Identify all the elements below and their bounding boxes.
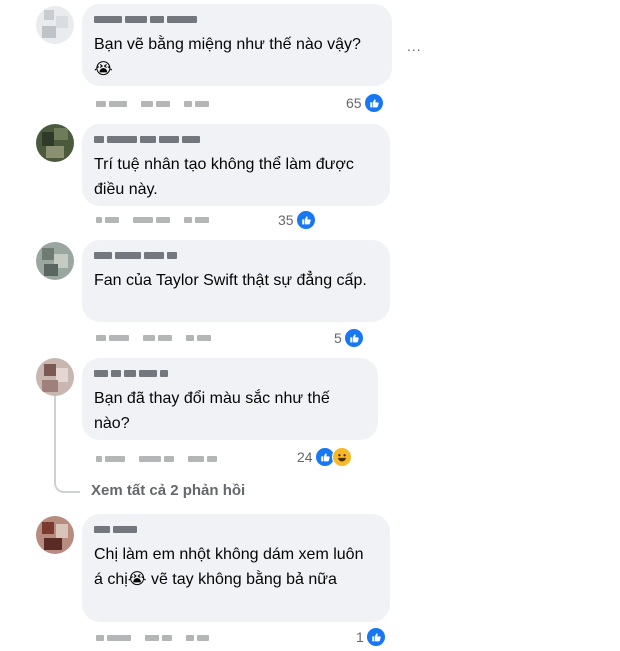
like-icon	[363, 93, 384, 113]
author-name-blurred[interactable]	[94, 366, 364, 380]
avatar[interactable]	[36, 124, 74, 162]
author-name-blurred[interactable]	[94, 12, 378, 26]
reaction-summary[interactable]: 35	[278, 210, 316, 230]
like-icon	[365, 627, 386, 647]
reaction-count: 24	[297, 449, 313, 465]
comment-bubble: Chị làm em nhột không dám xem luôn á chị…	[82, 514, 390, 622]
comment-meta-blurred	[96, 212, 209, 228]
comment-text: Trí tuệ nhân tạo không thể làm được điều…	[94, 156, 359, 198]
comment-meta-blurred	[96, 451, 217, 467]
reaction-count: 65	[346, 95, 362, 111]
comment-text: Bạn vẽ bằng miệng như thế nào vậy?😭	[94, 36, 361, 78]
comment-meta-blurred	[96, 96, 209, 112]
comment-text: Chị làm em nhột không dám xem luôn á chị…	[94, 546, 368, 588]
reaction-count: 35	[278, 212, 294, 228]
comment-meta-blurred	[96, 330, 211, 346]
reaction-summary[interactable]: 5	[334, 328, 364, 348]
avatar[interactable]	[36, 516, 74, 554]
haha-icon	[331, 447, 352, 467]
avatar[interactable]	[36, 358, 74, 396]
like-icon	[343, 328, 364, 348]
reaction-summary[interactable]: 1	[356, 627, 386, 647]
more-options-button[interactable]: ...	[407, 38, 422, 54]
comment-bubble: Trí tuệ nhân tạo không thể làm được điều…	[82, 124, 390, 206]
reaction-summary[interactable]: 65	[346, 93, 384, 113]
avatar[interactable]	[36, 6, 74, 44]
comment-bubble: Bạn đã thay đổi màu sắc như thế nào?	[82, 358, 378, 440]
comment-bubble: Fan của Taylor Swift thật sự đẳng cấp.	[82, 240, 390, 322]
thread-connector	[54, 396, 80, 493]
avatar[interactable]	[36, 242, 74, 280]
author-name-blurred[interactable]	[94, 132, 376, 146]
author-name-blurred[interactable]	[94, 248, 376, 262]
reaction-summary[interactable]: 24	[297, 447, 352, 467]
reaction-count: 1	[356, 629, 364, 645]
comment-text: Fan của Taylor Swift thật sự đẳng cấp.	[94, 272, 367, 289]
comment-bubble: Bạn vẽ bằng miệng như thế nào vậy?😭	[82, 4, 392, 86]
reaction-count: 5	[334, 330, 342, 346]
view-all-replies-link[interactable]: Xem tất cả 2 phản hồi	[91, 482, 245, 499]
comment-meta-blurred	[96, 630, 209, 646]
author-name-blurred[interactable]	[94, 522, 376, 536]
comment-text: Bạn đã thay đổi màu sắc như thế nào?	[94, 390, 335, 432]
like-icon	[295, 210, 316, 230]
